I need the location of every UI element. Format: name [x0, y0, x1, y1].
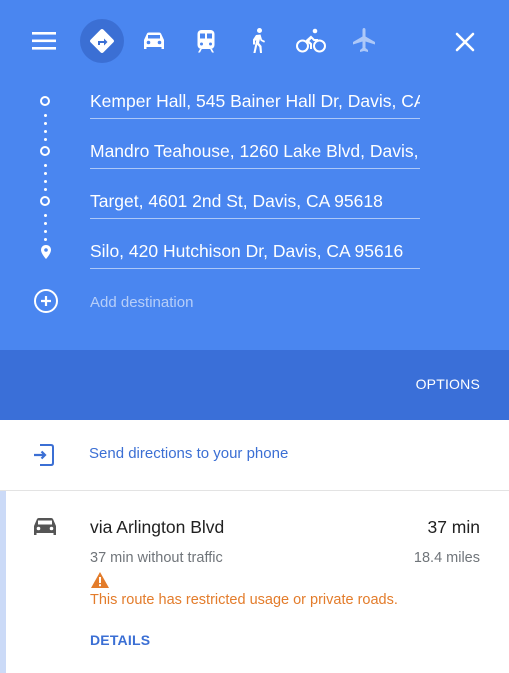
route-connector-dot — [44, 164, 47, 167]
options-button[interactable]: OPTIONS — [416, 376, 480, 392]
flight-icon[interactable] — [349, 26, 379, 56]
stop-field[interactable]: Target, 4601 2nd St, Davis, CA 95618 — [90, 188, 420, 219]
route-connector-dot — [44, 214, 47, 217]
send-directions-label: Send directions to your phone — [89, 445, 289, 462]
stop-circle-icon — [40, 196, 50, 206]
origin-field[interactable]: Kemper Hall, 545 Bainer Hall Dr, Davis, … — [90, 88, 420, 119]
route-traffic-note: 37 min without traffic — [90, 550, 223, 566]
route-distance: 18.4 miles — [413, 550, 480, 566]
route-connector-dot — [44, 188, 47, 191]
directions-best-icon[interactable] — [80, 19, 124, 63]
car-icon[interactable] — [139, 26, 169, 56]
directions-header: Kemper Hall, 545 Bainer Hall Dr, Davis, … — [0, 0, 509, 350]
destination-pin-icon — [38, 244, 54, 260]
stop-field[interactable]: Mandro Teahouse, 1260 Lake Blvd, Davis, … — [90, 138, 420, 169]
origin-circle-icon — [40, 96, 50, 106]
add-circle-icon[interactable] — [33, 288, 59, 314]
route-warning: This route has restricted usage or priva… — [90, 592, 398, 608]
route-connector-dot — [44, 172, 47, 175]
route-connector-dot — [44, 114, 47, 117]
route-connector-dot — [44, 222, 47, 225]
route-connector-dot — [44, 130, 47, 133]
close-icon[interactable] — [452, 29, 478, 55]
send-to-phone-icon — [32, 442, 56, 466]
route-connector-dot — [44, 238, 47, 241]
bike-icon[interactable] — [295, 26, 326, 56]
details-button[interactable]: DETAILS — [90, 632, 150, 648]
selected-route-accent — [0, 491, 6, 673]
route-connector-dot — [44, 138, 47, 141]
route-connector-dot — [44, 180, 47, 183]
car-icon — [32, 516, 58, 538]
route-connector-dot — [44, 230, 47, 233]
route-connector-dot — [44, 122, 47, 125]
warning-icon — [90, 571, 110, 589]
route-duration: 37 min — [427, 517, 480, 537]
stop-circle-icon — [40, 146, 50, 156]
transit-icon[interactable] — [191, 26, 221, 56]
menu-icon[interactable] — [32, 30, 58, 52]
route-card[interactable]: via Arlington Blvd 37 min 37 min without… — [0, 491, 509, 673]
add-destination-input[interactable]: Add destination — [90, 291, 420, 315]
send-directions-row[interactable]: Send directions to your phone — [0, 420, 509, 491]
destination-field[interactable]: Silo, 420 Hutchison Dr, Davis, CA 95616 — [90, 238, 420, 269]
route-name: via Arlington Blvd — [90, 517, 225, 537]
walk-icon[interactable] — [243, 26, 273, 56]
